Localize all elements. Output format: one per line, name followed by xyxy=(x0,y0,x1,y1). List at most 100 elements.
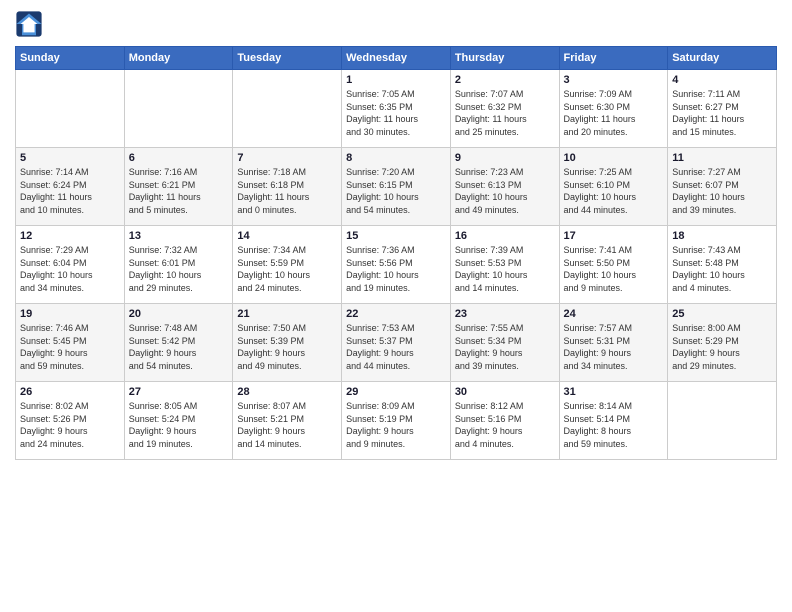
calendar-cell: 13Sunrise: 7:32 AM Sunset: 6:01 PM Dayli… xyxy=(124,226,233,304)
calendar-cell: 30 Sunrise: 8:12 AM Sunset: 5:16 PM Dayli… xyxy=(450,382,559,460)
calendar-cell xyxy=(124,70,233,148)
calendar-week-2: 12 Sunrise: 7:29 AM Sunset: 6:04 PM Dayli… xyxy=(16,226,777,304)
day-info: Sunrise: 7:46 AM Sunset: 5:45 PM Dayligh… xyxy=(20,322,120,372)
calendar-cell: 12 Sunrise: 7:29 AM Sunset: 6:04 PM Dayli… xyxy=(16,226,125,304)
day-info: Sunrise: 7:18 AM Sunset: 6:18 PM Dayligh… xyxy=(237,166,337,216)
weekday-header-tuesday: Tuesday xyxy=(233,47,342,70)
calendar-cell: 4 Sunrise: 7:11 AM Sunset: 6:27 PM Daylig… xyxy=(668,70,777,148)
calendar-cell: 14Sunrise: 7:34 AM Sunset: 5:59 PM Dayli… xyxy=(233,226,342,304)
day-number: 7 xyxy=(237,152,337,164)
day-number: 4 xyxy=(672,74,772,86)
logo xyxy=(15,10,47,38)
day-number: 6 xyxy=(129,152,229,164)
day-number: 2 xyxy=(455,74,555,86)
calendar-cell: 18Sunrise: 7:43 AM Sunset: 5:48 PM Dayli… xyxy=(668,226,777,304)
calendar-cell: 8Sunrise: 7:20 AM Sunset: 6:15 PM Daylig… xyxy=(342,148,451,226)
day-info: Sunrise: 7:09 AM Sunset: 6:30 PM Dayligh… xyxy=(564,88,664,138)
calendar-cell: 11 Sunrise: 7:27 AM Sunset: 6:07 PM Dayli… xyxy=(668,148,777,226)
calendar-cell: 6 Sunrise: 7:16 AM Sunset: 6:21 PM Daylig… xyxy=(124,148,233,226)
calendar-cell: 22 Sunrise: 7:53 AM Sunset: 5:37 PM Dayli… xyxy=(342,304,451,382)
day-info: Sunrise: 8:12 AM Sunset: 5:16 PM Dayligh… xyxy=(455,400,555,450)
calendar-cell: 3 Sunrise: 7:09 AM Sunset: 6:30 PM Daylig… xyxy=(559,70,668,148)
day-info: Sunrise: 7:14 AM Sunset: 6:24 PM Dayligh… xyxy=(20,166,120,216)
day-info: Sunrise: 7:23 AM Sunset: 6:13 PM Dayligh… xyxy=(455,166,555,216)
day-info: Sunrise: 7:25 AM Sunset: 6:10 PM Dayligh… xyxy=(564,166,664,216)
weekday-header-row: SundayMondayTuesdayWednesdayThursdayFrid… xyxy=(16,47,777,70)
calendar-week-3: 19 Sunrise: 7:46 AM Sunset: 5:45 PM Dayli… xyxy=(16,304,777,382)
calendar-week-1: 5 Sunrise: 7:14 AM Sunset: 6:24 PM Daylig… xyxy=(16,148,777,226)
weekday-header-sunday: Sunday xyxy=(16,47,125,70)
day-info: Sunrise: 8:14 AM Sunset: 5:14 PM Dayligh… xyxy=(564,400,664,450)
day-info: Sunrise: 7:34 AM Sunset: 5:59 PM Dayligh… xyxy=(237,244,337,294)
day-number: 26 xyxy=(20,386,120,398)
day-info: Sunrise: 8:07 AM Sunset: 5:21 PM Dayligh… xyxy=(237,400,337,450)
weekday-header-thursday: Thursday xyxy=(450,47,559,70)
day-info: Sunrise: 8:00 AM Sunset: 5:29 PM Dayligh… xyxy=(672,322,772,372)
day-info: Sunrise: 7:39 AM Sunset: 5:53 PM Dayligh… xyxy=(455,244,555,294)
calendar-cell: 27Sunrise: 8:05 AM Sunset: 5:24 PM Dayli… xyxy=(124,382,233,460)
day-number: 20 xyxy=(129,308,229,320)
day-number: 18 xyxy=(672,230,772,242)
calendar-cell: 17 Sunrise: 7:41 AM Sunset: 5:50 PM Dayli… xyxy=(559,226,668,304)
calendar-cell: 9 Sunrise: 7:23 AM Sunset: 6:13 PM Daylig… xyxy=(450,148,559,226)
day-number: 24 xyxy=(564,308,664,320)
day-number: 22 xyxy=(346,308,446,320)
day-number: 23 xyxy=(455,308,555,320)
day-info: Sunrise: 8:02 AM Sunset: 5:26 PM Dayligh… xyxy=(20,400,120,450)
calendar-cell xyxy=(668,382,777,460)
calendar-cell: 26 Sunrise: 8:02 AM Sunset: 5:26 PM Dayli… xyxy=(16,382,125,460)
calendar-cell: 23 Sunrise: 7:55 AM Sunset: 5:34 PM Dayli… xyxy=(450,304,559,382)
day-number: 17 xyxy=(564,230,664,242)
day-number: 3 xyxy=(564,74,664,86)
day-number: 29 xyxy=(346,386,446,398)
day-info: Sunrise: 7:05 AM Sunset: 6:35 PM Dayligh… xyxy=(346,88,446,138)
calendar-cell: 1 Sunrise: 7:05 AM Sunset: 6:35 PM Daylig… xyxy=(342,70,451,148)
day-info: Sunrise: 7:48 AM Sunset: 5:42 PM Dayligh… xyxy=(129,322,229,372)
day-info: Sunrise: 7:07 AM Sunset: 6:32 PM Dayligh… xyxy=(455,88,555,138)
day-number: 10 xyxy=(564,152,664,164)
day-info: Sunrise: 7:57 AM Sunset: 5:31 PM Dayligh… xyxy=(564,322,664,372)
calendar-cell xyxy=(16,70,125,148)
day-number: 19 xyxy=(20,308,120,320)
calendar-cell: 25 Sunrise: 8:00 AM Sunset: 5:29 PM Dayli… xyxy=(668,304,777,382)
calendar-cell: 19 Sunrise: 7:46 AM Sunset: 5:45 PM Dayli… xyxy=(16,304,125,382)
calendar-cell: 10 Sunrise: 7:25 AM Sunset: 6:10 PM Dayli… xyxy=(559,148,668,226)
day-info: Sunrise: 7:55 AM Sunset: 5:34 PM Dayligh… xyxy=(455,322,555,372)
page: SundayMondayTuesdayWednesdayThursdayFrid… xyxy=(0,0,792,612)
day-number: 25 xyxy=(672,308,772,320)
calendar-cell: 24 Sunrise: 7:57 AM Sunset: 5:31 PM Dayli… xyxy=(559,304,668,382)
day-info: Sunrise: 7:16 AM Sunset: 6:21 PM Dayligh… xyxy=(129,166,229,216)
weekday-header-wednesday: Wednesday xyxy=(342,47,451,70)
calendar-cell: 15Sunrise: 7:36 AM Sunset: 5:56 PM Dayli… xyxy=(342,226,451,304)
day-number: 27 xyxy=(129,386,229,398)
calendar-cell: 5 Sunrise: 7:14 AM Sunset: 6:24 PM Daylig… xyxy=(16,148,125,226)
day-info: Sunrise: 7:11 AM Sunset: 6:27 PM Dayligh… xyxy=(672,88,772,138)
day-number: 5 xyxy=(20,152,120,164)
day-number: 9 xyxy=(455,152,555,164)
calendar-cell: 29 Sunrise: 8:09 AM Sunset: 5:19 PM Dayli… xyxy=(342,382,451,460)
day-number: 8 xyxy=(346,152,446,164)
calendar-cell: 31 Sunrise: 8:14 AM Sunset: 5:14 PM Dayli… xyxy=(559,382,668,460)
calendar-cell xyxy=(233,70,342,148)
calendar-week-4: 26 Sunrise: 8:02 AM Sunset: 5:26 PM Dayli… xyxy=(16,382,777,460)
day-number: 12 xyxy=(20,230,120,242)
day-number: 15 xyxy=(346,230,446,242)
day-number: 21 xyxy=(237,308,337,320)
weekday-header-monday: Monday xyxy=(124,47,233,70)
calendar-cell: 28 Sunrise: 8:07 AM Sunset: 5:21 PM Dayli… xyxy=(233,382,342,460)
calendar-cell: 16Sunrise: 7:39 AM Sunset: 5:53 PM Dayli… xyxy=(450,226,559,304)
day-info: Sunrise: 8:09 AM Sunset: 5:19 PM Dayligh… xyxy=(346,400,446,450)
day-number: 11 xyxy=(672,152,772,164)
day-number: 28 xyxy=(237,386,337,398)
weekday-header-friday: Friday xyxy=(559,47,668,70)
calendar-cell: 21Sunrise: 7:50 AM Sunset: 5:39 PM Dayli… xyxy=(233,304,342,382)
day-info: Sunrise: 7:29 AM Sunset: 6:04 PM Dayligh… xyxy=(20,244,120,294)
day-number: 1 xyxy=(346,74,446,86)
day-info: Sunrise: 7:53 AM Sunset: 5:37 PM Dayligh… xyxy=(346,322,446,372)
day-info: Sunrise: 7:41 AM Sunset: 5:50 PM Dayligh… xyxy=(564,244,664,294)
calendar-week-0: 1 Sunrise: 7:05 AM Sunset: 6:35 PM Daylig… xyxy=(16,70,777,148)
day-info: Sunrise: 7:27 AM Sunset: 6:07 PM Dayligh… xyxy=(672,166,772,216)
day-number: 31 xyxy=(564,386,664,398)
day-info: Sunrise: 7:32 AM Sunset: 6:01 PM Dayligh… xyxy=(129,244,229,294)
day-number: 30 xyxy=(455,386,555,398)
